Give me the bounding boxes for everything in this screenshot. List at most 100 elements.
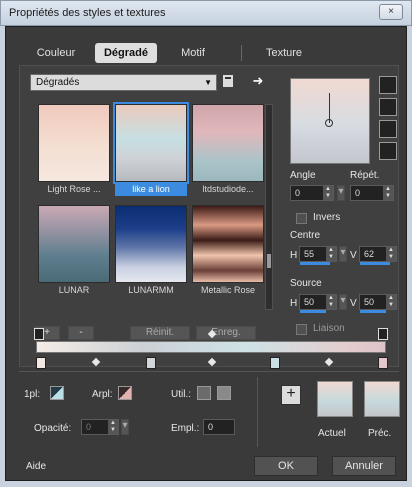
linear-style-icon[interactable] <box>379 76 397 94</box>
swatch-lunar[interactable]: LUNAR <box>38 205 110 298</box>
angle-spinner[interactable]: 0 ▲ ▼ <box>290 185 334 201</box>
swatch-label: Light Rose ... <box>47 184 101 194</box>
source-label: Source <box>290 278 322 289</box>
source-h-spinner[interactable]: 50 ▲ ▼ <box>299 294 337 313</box>
util-label: Util.: <box>171 389 191 400</box>
swatch-book-icon-shape <box>223 75 233 87</box>
swatch-preview <box>192 205 264 283</box>
top-stop-marker-left[interactable] <box>34 328 44 340</box>
link-checkbox[interactable] <box>296 324 307 335</box>
swatch-book-icon[interactable] <box>220 74 236 90</box>
swatch-metallic-rose[interactable]: Metallic Rose <box>192 205 264 298</box>
repeat-spinner[interactable]: 0 ▲ ▼ <box>350 185 394 201</box>
close-button[interactable]: × <box>379 4 403 20</box>
current-gradient-thumb[interactable] <box>317 381 353 417</box>
link-label: Liaison <box>313 323 345 334</box>
remove-stop-button[interactable]: - <box>68 326 94 340</box>
swatch-lunarmm[interactable]: LUNARMM <box>115 205 187 298</box>
spin-arrows-icon[interactable]: ▲ ▼ <box>383 186 393 200</box>
close-icon: × <box>388 6 394 17</box>
tab-motif[interactable]: Motif <box>165 43 221 63</box>
tab-texture[interactable]: Texture <box>253 43 315 63</box>
repeat-value: 0 <box>355 188 361 198</box>
centre-v-slider[interactable] <box>360 262 390 265</box>
swatch-label: LUNARMM <box>128 285 174 295</box>
spin-arrows-icon[interactable]: ▲ ▼ <box>323 186 333 200</box>
source-v-slider[interactable] <box>360 310 386 313</box>
spin-arrows-icon[interactable]: ▲ ▼ <box>108 420 118 434</box>
rectangular-style-icon[interactable] <box>379 98 397 116</box>
color-stop-2[interactable] <box>270 357 280 369</box>
swatch-preview <box>38 104 110 182</box>
tab-couleur[interactable]: Couleur <box>25 43 87 63</box>
tab-separator <box>241 45 242 61</box>
empl-field[interactable]: 0 <box>203 419 235 435</box>
spin-arrows-icon[interactable]: ▲ ▼ <box>386 295 396 309</box>
corner-style-icon[interactable] <box>379 142 397 160</box>
add-to-library-button[interactable]: + <box>281 385 301 405</box>
invert-checkbox[interactable] <box>296 213 307 224</box>
previous-label: Préc. <box>368 428 392 439</box>
scroll-thumb[interactable] <box>267 254 271 268</box>
empl-label: Empl.: <box>171 423 200 434</box>
reset-button[interactable]: Réinit. <box>130 326 190 340</box>
centre-h-label: H <box>290 250 298 261</box>
spin-arrows-icon[interactable]: ▲ ▼ <box>326 247 336 261</box>
gradient-editor-bar[interactable] <box>36 341 386 353</box>
dialog-body: Couleur Dégradé Motif Texture Dégradés ▼… <box>5 26 407 481</box>
gradient-preview[interactable] <box>290 78 370 164</box>
source-h-menu-button[interactable]: ▾ <box>339 294 347 310</box>
gradient-panel: Dégradés ▼ ➜ Light Rose ... like a lion … <box>19 65 399 367</box>
save-gradient-button[interactable]: Enreg. <box>196 326 256 340</box>
ok-button[interactable]: OK <box>254 456 318 476</box>
radial-style-icon[interactable] <box>379 120 397 138</box>
previous-gradient-thumb[interactable] <box>364 381 400 417</box>
invert-label: Invers <box>313 212 341 223</box>
source-v-label: V <box>350 298 357 309</box>
swatch-label: like a lion <box>115 182 187 196</box>
swatch-preview <box>38 205 110 283</box>
arrow-right-icon[interactable]: ➜ <box>250 73 266 89</box>
first-color-chip[interactable] <box>50 386 64 400</box>
cancel-button[interactable]: Annuler <box>332 456 396 476</box>
angle-menu-button[interactable]: ▾ <box>337 185 345 201</box>
gradient-library-dropdown[interactable]: Dégradés ▼ <box>30 74 217 91</box>
swatch-like-a-lion[interactable]: like a lion <box>113 102 189 197</box>
arpl-color-chip[interactable] <box>118 386 132 400</box>
swatch-ltdstudio[interactable]: ltdstudiode... <box>192 104 264 197</box>
source-v-spinner[interactable]: 50 ▲ ▼ <box>359 294 397 313</box>
centre-v-spinner[interactable]: 62 ▲ ▼ <box>359 246 397 265</box>
util-chip-2[interactable] <box>217 386 231 400</box>
spin-arrows-icon[interactable]: ▲ ▼ <box>386 247 396 261</box>
util-chip-1[interactable] <box>197 386 211 400</box>
opacity-spinner[interactable]: 0 ▲ ▼ <box>81 419 119 435</box>
first-label: 1pl: <box>24 389 41 400</box>
centre-v-label: V <box>350 250 357 261</box>
swatch-label: ltdstudiode... <box>202 184 254 194</box>
angle-value: 0 <box>295 188 301 198</box>
source-h-slider[interactable] <box>300 310 326 313</box>
swatch-light-rose[interactable]: Light Rose ... <box>38 104 110 197</box>
centre-h-menu-button[interactable]: ▾ <box>339 246 347 262</box>
chevron-down-icon: ▼ <box>204 78 212 87</box>
centre-h-spinner[interactable]: 55 ▲ ▼ <box>299 246 337 265</box>
current-label: Actuel <box>318 428 346 439</box>
centre-h-slider[interactable] <box>300 262 330 265</box>
tab-degrade[interactable]: Dégradé <box>95 43 157 63</box>
swatch-scrollbar[interactable] <box>265 104 273 310</box>
section-divider <box>19 371 399 372</box>
preview-center-handle[interactable] <box>325 119 333 127</box>
source-h-label: H <box>290 298 298 309</box>
gradient-swatch-grid: Light Rose ... like a lion ltdstudiode..… <box>30 94 264 304</box>
source-h-value: 50 <box>304 297 315 307</box>
top-stop-marker-right[interactable] <box>378 328 388 340</box>
color-stop-3[interactable] <box>378 357 388 369</box>
color-stop-1[interactable] <box>146 357 156 369</box>
swatch-label: LUNAR <box>58 285 90 295</box>
color-stop-0[interactable] <box>36 357 46 369</box>
swatch-preview <box>113 102 189 184</box>
source-v-value: 50 <box>364 297 375 307</box>
opacity-menu-button[interactable]: ▾ <box>121 419 129 435</box>
help-link[interactable]: Aide <box>26 461 46 472</box>
spin-arrows-icon[interactable]: ▲ ▼ <box>326 295 336 309</box>
